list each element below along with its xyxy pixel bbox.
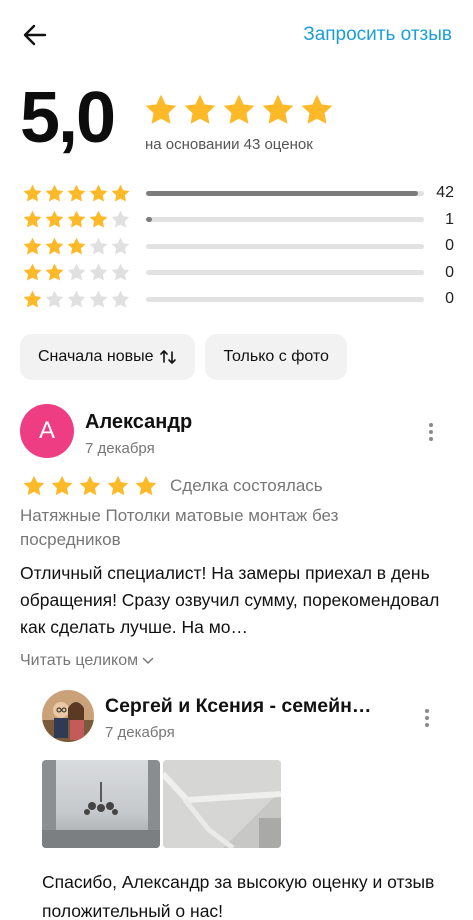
star-icon	[89, 263, 108, 281]
star-icon	[184, 94, 216, 124]
star-icon	[23, 263, 42, 281]
distribution-row-5: 42	[22, 180, 454, 207]
more-options-icon[interactable]	[427, 423, 435, 443]
row-stars	[22, 183, 132, 204]
distribution-bar	[146, 296, 424, 302]
distribution-bar	[146, 270, 424, 276]
read-more-link[interactable]: Читать целиком	[20, 652, 154, 670]
star-icon	[51, 475, 73, 496]
rating-distribution: 42 1 0 0 0	[22, 180, 454, 313]
distribution-count: 0	[445, 263, 454, 281]
deal-status: Сделка состоялась	[170, 476, 323, 495]
reply-date: 7 декабря	[105, 724, 175, 741]
photo-only-label: Только с фото	[223, 348, 329, 365]
distribution-row-2: 0	[22, 260, 454, 287]
distribution-bar	[146, 243, 424, 249]
star-icon	[23, 290, 42, 308]
star-icon	[79, 475, 101, 496]
review-subject: Натяжные Потолки матовые монтаж без поср…	[20, 506, 339, 549]
star-icon	[23, 475, 45, 496]
sort-label: Сначала новые	[38, 348, 154, 365]
bar-fill	[146, 217, 153, 223]
star-icon	[23, 184, 42, 202]
star-icon	[67, 290, 86, 308]
review-stars	[22, 474, 158, 498]
reply-avatar[interactable]	[42, 690, 94, 742]
star-icon	[135, 475, 157, 496]
distribution-count: 0	[445, 290, 454, 308]
rating-stars	[143, 92, 335, 128]
review-rating: Сделка состоялась	[22, 474, 323, 498]
star-icon	[23, 237, 42, 255]
top-bar: Запросить отзыв	[0, 0, 473, 72]
star-icon	[111, 290, 130, 308]
star-icon	[67, 184, 86, 202]
star-icon	[111, 237, 130, 255]
sort-arrows-icon	[160, 350, 177, 364]
row-stars	[22, 289, 132, 310]
distribution-bar	[146, 190, 424, 196]
distribution-row-4: 1	[22, 207, 454, 234]
star-icon	[111, 184, 130, 202]
review-date: 7 декабря	[85, 440, 155, 457]
review-text: Отличный специалист! На замеры приехал в…	[20, 563, 440, 637]
read-more-label: Читать целиком	[20, 652, 139, 669]
star-icon	[111, 263, 130, 281]
reply-photo[interactable]	[163, 760, 281, 848]
bar-fill	[146, 190, 418, 196]
distribution-count: 1	[445, 210, 454, 228]
row-stars	[22, 209, 132, 230]
review-author[interactable]: Александр	[85, 411, 192, 434]
ratings-count: на основании 43 оценок	[145, 136, 313, 153]
row-stars	[22, 236, 132, 257]
distribution-bar	[146, 217, 424, 223]
rating-score: 5,0	[20, 78, 116, 158]
filter-chips: Сначала новые Только с фото	[20, 334, 347, 380]
star-icon	[89, 184, 108, 202]
star-icon	[45, 184, 64, 202]
star-icon	[45, 210, 64, 228]
star-icon	[23, 210, 42, 228]
reply-photos	[42, 760, 281, 848]
star-icon	[111, 210, 130, 228]
star-icon	[262, 94, 294, 124]
row-stars	[22, 262, 132, 283]
star-icon	[89, 290, 108, 308]
star-icon	[67, 237, 86, 255]
star-icon	[107, 475, 129, 496]
star-icon	[89, 237, 108, 255]
star-icon	[45, 263, 64, 281]
distribution-count: 0	[445, 237, 454, 255]
star-icon	[301, 94, 333, 124]
request-review-link[interactable]: Запросить отзыв	[303, 24, 452, 46]
star-icon	[67, 263, 86, 281]
star-icon	[223, 94, 255, 124]
distribution-row-3: 0	[22, 233, 454, 260]
star-icon	[45, 290, 64, 308]
photo-only-chip[interactable]: Только с фото	[205, 334, 347, 380]
arrow-left-icon[interactable]	[20, 20, 54, 50]
star-icon	[45, 237, 64, 255]
reply-text: Спасибо, Александр за высокую оценку и о…	[42, 872, 435, 920]
avatar[interactable]: А	[20, 404, 74, 458]
chevron-down-icon	[142, 657, 154, 665]
avatar-letter: А	[38, 417, 55, 444]
distribution-row-1: 0	[22, 286, 454, 313]
star-icon	[145, 94, 177, 124]
sort-newest-chip[interactable]: Сначала новые	[20, 334, 196, 380]
reply-more-options-icon[interactable]	[423, 709, 431, 729]
star-icon	[89, 210, 108, 228]
star-icon	[67, 210, 86, 228]
distribution-count: 42	[436, 184, 454, 202]
reply-author[interactable]: Сергей и Ксения - семейн…	[105, 695, 395, 718]
reply-photo[interactable]	[42, 760, 160, 848]
